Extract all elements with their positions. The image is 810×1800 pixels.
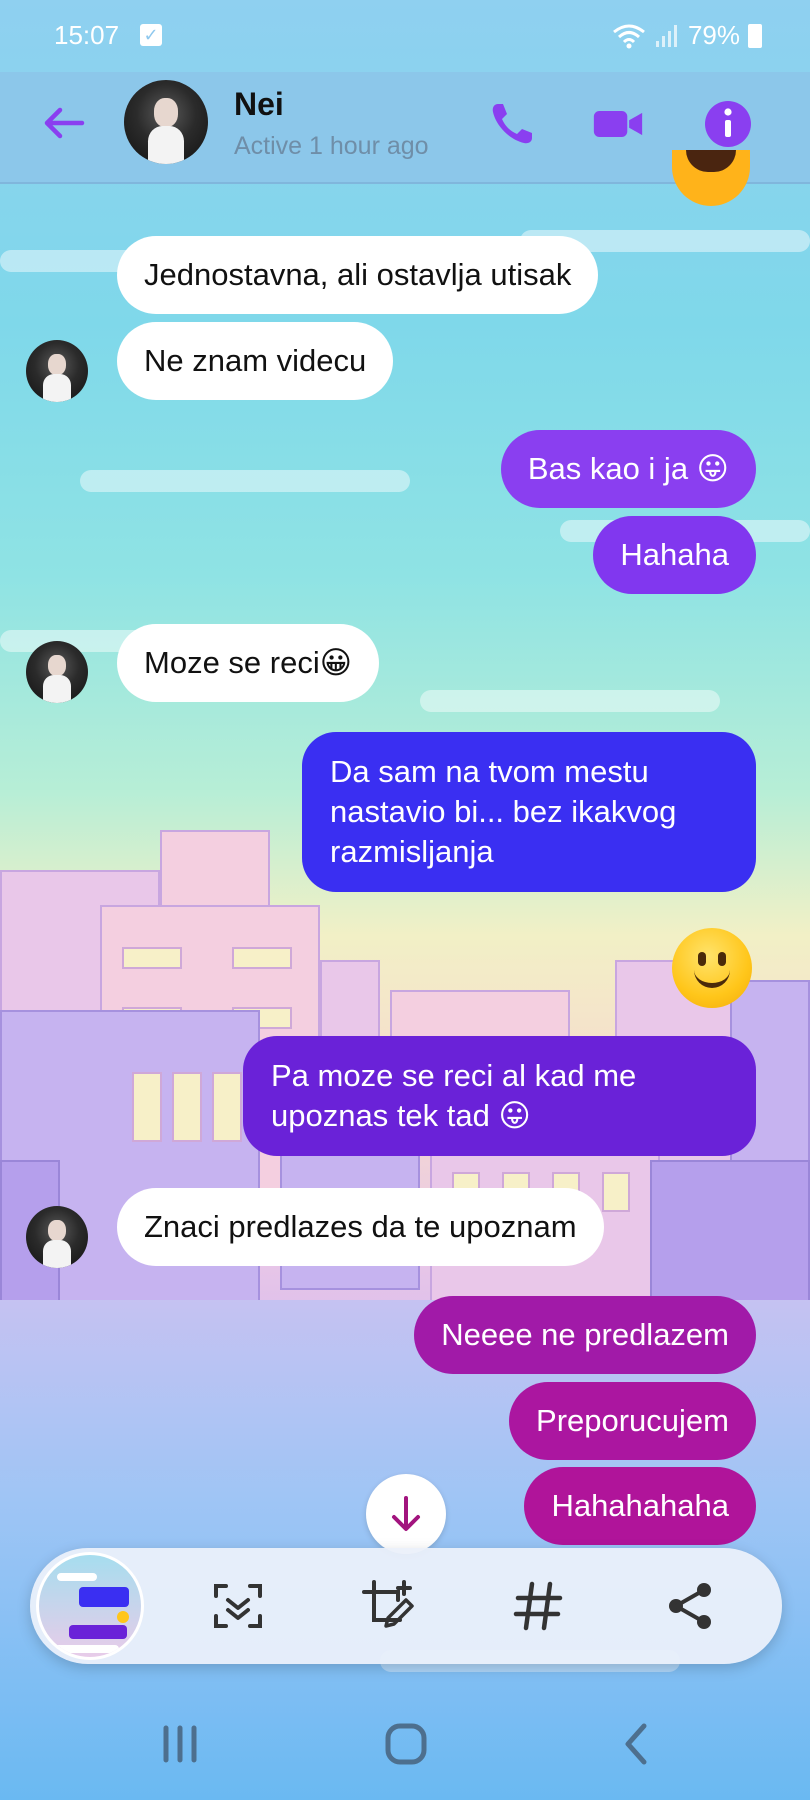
scan-icon[interactable]	[210, 1578, 266, 1634]
message-outgoing[interactable]: Neeee ne predlazem	[414, 1296, 756, 1374]
message-incoming[interactable]: Jednostavna, ali ostavlja utisak	[117, 236, 599, 314]
contact-avatar-small[interactable]	[26, 340, 88, 402]
wifi-icon	[613, 24, 645, 48]
message-outgoing[interactable]: Preporucujem	[509, 1382, 756, 1460]
message-incoming[interactable]: Znaci predlazes da te upoznam	[117, 1188, 604, 1266]
system-nav-bar	[0, 1690, 810, 1800]
message-outgoing[interactable]: Hahahahaha	[524, 1467, 756, 1545]
back-icon[interactable]	[608, 1714, 668, 1774]
screenshot-toolbar	[30, 1548, 782, 1664]
contact-avatar-small[interactable]	[26, 1206, 88, 1268]
status-time: 15:07	[54, 20, 120, 50]
contact-active-status: Active 1 hour ago	[234, 132, 429, 160]
battery-percent: 79%	[687, 20, 740, 50]
message-incoming[interactable]: Ne znam videcu	[117, 322, 394, 400]
share-icon[interactable]	[662, 1578, 718, 1634]
hashtag-icon[interactable]	[510, 1578, 566, 1634]
info-icon[interactable]	[702, 98, 754, 150]
message-outgoing[interactable]: Pa moze se reci al kad me upoznas tek ta…	[243, 1036, 756, 1156]
message-outgoing[interactable]: Bas kao i ja 😛	[500, 430, 756, 508]
contact-avatar-small[interactable]	[26, 641, 88, 703]
signal-icon	[655, 24, 677, 47]
message-outgoing[interactable]: Hahaha	[593, 516, 756, 594]
back-arrow-icon[interactable]	[38, 98, 88, 148]
edit-crop-icon[interactable]	[360, 1578, 416, 1634]
battery-icon	[748, 23, 762, 48]
checkbox-icon: ✓	[140, 24, 162, 46]
recent-apps-icon[interactable]	[150, 1714, 210, 1774]
status-bar: 15:07 ✓ 79%	[0, 0, 810, 72]
screenshot-thumbnail[interactable]	[36, 1552, 144, 1660]
scroll-to-bottom-button[interactable]	[366, 1474, 446, 1554]
phone-icon[interactable]	[486, 98, 538, 150]
video-icon[interactable]	[592, 98, 644, 150]
contact-avatar[interactable]	[124, 80, 208, 164]
message-outgoing[interactable]: Da sam na tvom mestu nastavio bi... bez …	[302, 732, 756, 892]
smiley-emoji-message[interactable]	[672, 928, 752, 1008]
message-incoming[interactable]: Moze se reci😀	[117, 624, 380, 702]
arrow-down-icon	[392, 1496, 420, 1531]
home-icon[interactable]	[376, 1714, 436, 1774]
contact-name[interactable]: Nei	[234, 86, 284, 123]
